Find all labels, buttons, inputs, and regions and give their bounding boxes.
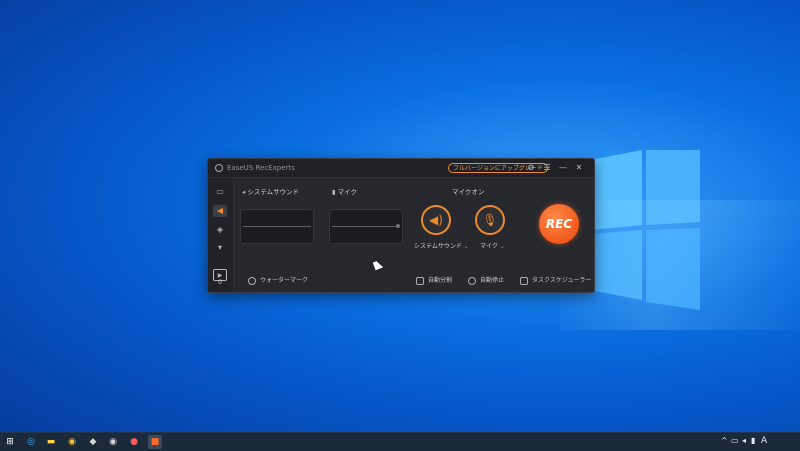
- auto-stop-button[interactable]: 自動停止: [468, 275, 504, 285]
- speaker-small-icon: ◂: [242, 188, 246, 196]
- task-scheduler-button[interactable]: タスクスケジューラー: [520, 275, 591, 285]
- windows-start-icon[interactable]: ⊞: [3, 435, 17, 449]
- ime-indicator[interactable]: A: [761, 436, 767, 446]
- volume-icon[interactable]: ◂: [742, 436, 746, 445]
- mic-tray-icon[interactable]: ▮: [751, 436, 755, 445]
- settings-gear-icon[interactable]: ⚙: [526, 163, 536, 173]
- file-explorer-icon[interactable]: ▬: [44, 435, 58, 449]
- split-icon: [416, 276, 424, 285]
- system-sound-toggle[interactable]: ◀): [421, 205, 451, 235]
- rec-button[interactable]: REC: [539, 204, 579, 244]
- watermark-icon: [248, 276, 256, 285]
- speaker-icon: ◀): [429, 213, 443, 227]
- close-icon[interactable]: ✕: [574, 163, 584, 173]
- mode-sidebar: ▭ ◀ ◈ ▾ ▶ 0: [208, 178, 234, 292]
- clock-icon: [468, 276, 476, 285]
- calendar-icon: [520, 276, 528, 285]
- gamepad-icon[interactable]: ◈: [213, 224, 227, 236]
- auto-split-button[interactable]: 自動分割: [416, 275, 452, 285]
- recexperts-taskbar-icon[interactable]: ■: [148, 435, 162, 449]
- chrome-icon[interactable]: ◉: [65, 435, 79, 449]
- mic-header: ▮ マイク: [332, 188, 358, 196]
- mic-dropdown[interactable]: マイク ⌄: [480, 241, 505, 250]
- watermark-button[interactable]: ウォーターマーク: [248, 275, 308, 285]
- minimize-icon[interactable]: —: [558, 163, 568, 173]
- chevron-down-icon: ⌄: [463, 243, 469, 250]
- title-bar: EaseUS RecExperts フルバージョンにアップグレード ⚙ ☰ — …: [208, 159, 594, 178]
- meter-line: [332, 226, 400, 227]
- mic-small-icon: ▮: [332, 188, 336, 196]
- light-beam: [560, 200, 800, 330]
- chevron-down-icon: ⌄: [499, 243, 505, 250]
- network-icon[interactable]: ▭: [731, 436, 739, 445]
- mic-toggle[interactable]: 🎙: [475, 205, 505, 235]
- edge-icon[interactable]: ◎: [24, 435, 38, 449]
- speaker-icon[interactable]: ◀: [213, 205, 227, 217]
- mic-on-label: マイクオン: [452, 188, 485, 196]
- mic-meter: [329, 209, 403, 244]
- app-logo-icon: [215, 164, 223, 172]
- chevron-up-icon[interactable]: ^: [721, 436, 728, 445]
- recexperts-window: EaseUS RecExperts フルバージョンにアップグレード ⚙ ☰ — …: [207, 158, 595, 293]
- app-icon-1[interactable]: ◆: [86, 435, 100, 449]
- meter-line: [243, 226, 311, 227]
- system-sound-header: ◂ システムサウンド: [242, 188, 300, 196]
- chevron-down-icon[interactable]: ▾: [213, 242, 227, 254]
- app-title: EaseUS RecExperts: [227, 164, 295, 172]
- menu-icon[interactable]: ☰: [542, 163, 552, 173]
- monitor-icon[interactable]: ▭: [213, 186, 227, 198]
- app-icon-3[interactable]: ●: [127, 435, 141, 449]
- microphone-icon: 🎙: [482, 213, 498, 227]
- system-sound-dropdown[interactable]: システムサウンド ⌄: [414, 241, 469, 250]
- meter-slider-handle[interactable]: [396, 224, 400, 228]
- system-sound-meter: [240, 209, 314, 244]
- recordings-count: 0: [218, 279, 222, 286]
- app-icon-2[interactable]: ◉: [106, 435, 120, 449]
- taskbar: ⊞ ◎ ▬ ◉ ◆ ◉ ● ■ ^ ▭ ◂ ▮ A: [0, 432, 800, 451]
